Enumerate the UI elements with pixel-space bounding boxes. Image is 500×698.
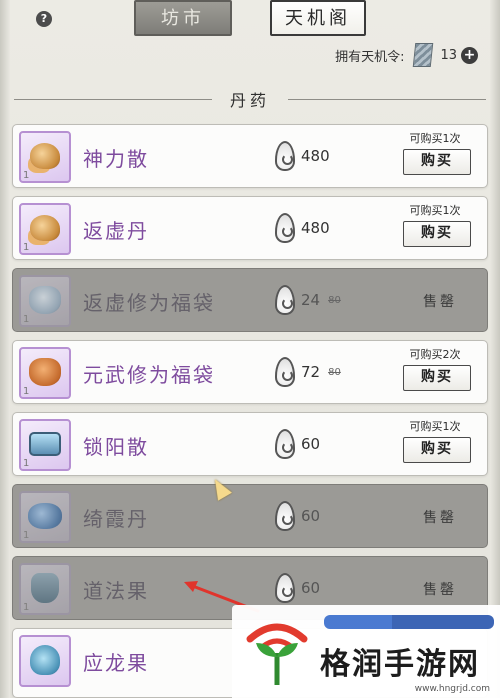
original-price: 80 — [328, 366, 341, 378]
section-title: 丹药 — [230, 91, 271, 110]
currency-icon — [275, 501, 295, 531]
item-price: 60 — [275, 573, 320, 603]
watermark-text: 格润手游网 — [320, 647, 480, 682]
item-icon-box — [19, 635, 71, 687]
dragon-icon — [30, 645, 60, 676]
add-token-icon[interactable]: + — [461, 46, 478, 64]
help-icon[interactable]: ? — [36, 11, 52, 27]
item-price: 60 — [275, 429, 320, 459]
tab-tianjige[interactable]: 天机阁 — [270, 0, 366, 36]
sold-out-label: 售罄 — [423, 510, 457, 526]
section-divider-left — [14, 98, 212, 100]
item-icon-box: 1 — [19, 419, 71, 471]
price-value: 480 — [301, 147, 330, 165]
purchase-limit: 可购买1次 — [409, 204, 461, 217]
item-name: 锁阳散 — [83, 435, 149, 459]
sold-out-label: 售罄 — [423, 294, 457, 310]
section-header: 丹药 — [14, 86, 487, 112]
tab-fangshi[interactable]: 坊市 — [134, 0, 232, 36]
currency-icon — [275, 357, 295, 387]
item-icon-box: 1 — [19, 203, 71, 255]
item-name: 元武修为福袋 — [83, 363, 215, 387]
currency-icon — [275, 285, 295, 315]
item-icon-box: 1 — [19, 275, 71, 327]
buy-button[interactable]: 购买 — [403, 365, 471, 391]
token-count: 13 — [440, 47, 457, 63]
currency-icon — [275, 213, 295, 243]
watermark-url: www.hngrjd.com — [414, 684, 490, 694]
shop-item: 1 锁阳散 60 可购买1次 购买 — [12, 412, 488, 476]
item-icon-box: 1 — [19, 131, 71, 183]
item-qty: 1 — [23, 458, 30, 469]
frame-edge-left — [0, 0, 10, 698]
item-name: 神力散 — [83, 147, 149, 171]
item-name: 返虚丹 — [83, 219, 149, 243]
buy-button[interactable]: 购买 — [403, 437, 471, 463]
token-scroll-icon — [413, 43, 434, 67]
item-name: 应龙果 — [83, 651, 149, 675]
item-name: 道法果 — [83, 579, 149, 603]
purchase-limit: 可购买2次 — [409, 348, 461, 361]
price-value: 60 — [301, 579, 321, 597]
item-qty: 1 — [23, 602, 30, 613]
purchase-limit: 可购买1次 — [409, 420, 461, 433]
price-value: 24 — [301, 291, 321, 309]
item-qty: 1 — [23, 314, 30, 325]
sold-out-label: 售罄 — [423, 582, 457, 598]
price-value: 72 — [301, 363, 321, 381]
item-price: 24 80 — [275, 285, 341, 315]
currency-icon — [275, 429, 295, 459]
chest-icon — [29, 432, 61, 457]
watermark-logo-icon — [246, 623, 308, 685]
fruit-icon — [31, 573, 59, 604]
item-qty: 1 — [23, 170, 30, 181]
orange-bag-icon — [29, 358, 61, 387]
watermark-banner — [324, 615, 494, 629]
snail-icon — [30, 143, 60, 170]
shop-item-sold-out: 1 绮霞丹 60 售罄 — [12, 484, 488, 548]
item-icon-box: 1 — [19, 491, 71, 543]
currency-icon — [275, 141, 295, 171]
currency-icon — [275, 573, 295, 603]
snail-icon — [30, 215, 60, 242]
buy-button[interactable]: 购买 — [403, 221, 471, 247]
item-name: 绮霞丹 — [83, 507, 149, 531]
item-icon-box: 1 — [19, 347, 71, 399]
item-price: 72 80 — [275, 357, 341, 387]
price-value: 60 — [301, 507, 321, 525]
token-label: 拥有天机令: — [335, 49, 405, 65]
cloud-icon — [28, 503, 62, 530]
token-balance: 拥有天机令: 13 + — [335, 43, 478, 67]
item-price: 480 — [275, 141, 330, 171]
original-price: 80 — [328, 294, 341, 306]
item-qty: 1 — [23, 242, 30, 253]
frame-edge-right — [490, 0, 500, 698]
item-qty: 1 — [23, 386, 30, 397]
item-qty: 1 — [23, 530, 30, 541]
shop-item: 1 返虚丹 480 可购买1次 购买 — [12, 196, 488, 260]
watermark: 格润手游网 www.hngrjd.com — [232, 605, 500, 698]
item-name: 返虚修为福袋 — [83, 291, 215, 315]
purchase-limit: 可购买1次 — [409, 132, 461, 145]
shop-item: 1 神力散 480 可购买1次 购买 — [12, 124, 488, 188]
price-value: 480 — [301, 219, 330, 237]
item-price: 480 — [275, 213, 330, 243]
buy-button[interactable]: 购买 — [403, 149, 471, 175]
shop-item: 1 元武修为福袋 72 80 可购买2次 购买 — [12, 340, 488, 404]
shop-item-sold-out: 1 返虚修为福袋 24 80 售罄 — [12, 268, 488, 332]
item-price: 60 — [275, 501, 320, 531]
price-value: 60 — [301, 435, 321, 453]
blue-bag-icon — [29, 286, 61, 315]
section-divider-right — [288, 98, 487, 100]
item-icon-box: 1 — [19, 563, 71, 615]
